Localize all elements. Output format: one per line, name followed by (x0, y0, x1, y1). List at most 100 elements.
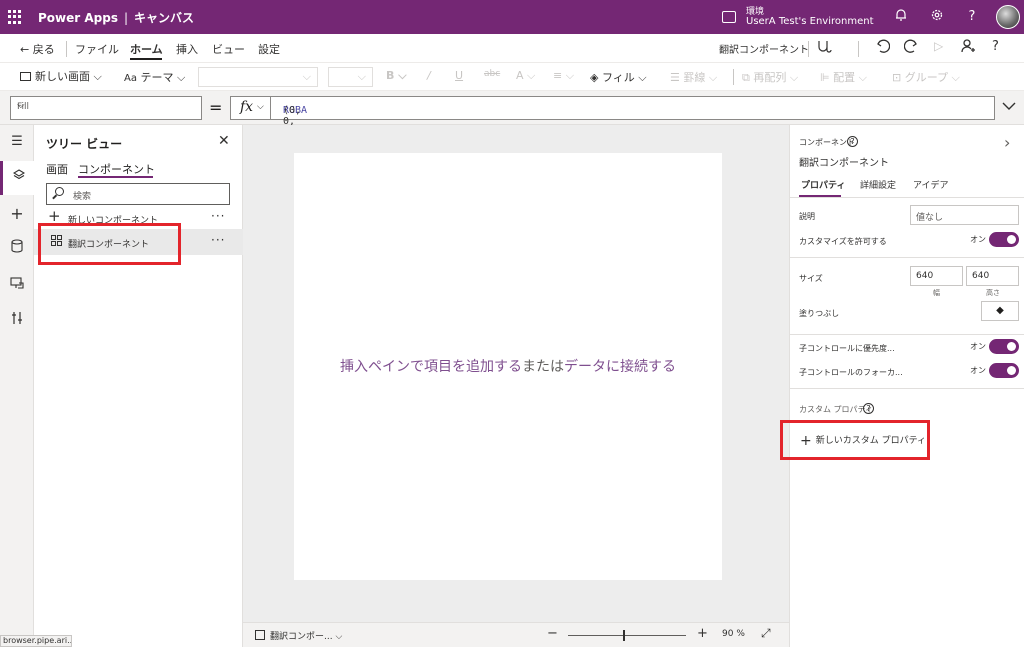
undo-icon[interactable] (876, 38, 891, 57)
component-artboard[interactable]: 挿入ペインで項目を追加するまたはデータに接続する (294, 153, 722, 580)
zoom-in-button[interactable]: + (697, 626, 708, 641)
app-type: キャンバス (134, 11, 195, 25)
align-icon: ⊫ (820, 71, 830, 84)
equals-sign: = (209, 98, 223, 117)
menu-settings[interactable]: 設定 (258, 41, 280, 57)
environment-name: UserA Test's Environment (746, 16, 874, 27)
border-button[interactable]: ☰ 罫線 ⌵ (670, 69, 717, 85)
toggle-switch[interactable] (989, 232, 1019, 247)
theme-label: テーマ (140, 71, 174, 84)
fx-button[interactable]: fx ⌵ (230, 96, 270, 120)
reorder-label: 再配列 (753, 71, 787, 84)
redo-icon[interactable] (903, 38, 918, 57)
description-input[interactable]: 値なし (910, 205, 1019, 225)
font-color-icon[interactable]: A ⌵ (516, 69, 535, 83)
selected-component-name: 翻訳コンポーネント (799, 158, 889, 169)
fullscreen-icon[interactable]: ⤢ (761, 626, 771, 641)
child-priority-toggle[interactable]: オン (970, 339, 1020, 355)
bell-icon[interactable] (892, 8, 910, 26)
fill-button[interactable]: ◈ フィル ⌵ (590, 69, 647, 85)
help-icon[interactable]: ? (992, 39, 999, 54)
share-icon[interactable] (960, 38, 976, 57)
screen-name: 翻訳コンポー... (270, 632, 333, 642)
app-launcher-icon[interactable] (8, 10, 22, 24)
child-focus-label: 子コントロールのフォーカ... (799, 368, 903, 377)
reorder-button[interactable]: ⧉ 再配列 ⌵ (742, 69, 798, 85)
formula-input[interactable]: RGBA(0, 0, 0, 0) (270, 96, 995, 149)
description-label: 説明 (799, 212, 815, 221)
chevron-down-icon[interactable] (1002, 99, 1016, 115)
tab-advanced[interactable]: 詳細設定 (860, 178, 896, 191)
allow-customize-label: カスタマイズを許可する (799, 237, 887, 246)
chevron-right-icon[interactable]: › (1004, 133, 1010, 152)
app-title: Power Apps | キャンバス (38, 9, 194, 26)
zoom-slider-thumb[interactable] (622, 630, 625, 641)
child-focus-toggle[interactable]: オン (970, 363, 1020, 379)
app-checker-icon[interactable] (815, 38, 833, 59)
environment-picker[interactable]: 環境 UserA Test's Environment (722, 3, 874, 31)
theme-button[interactable]: Aa テーマ ⌵ (124, 69, 185, 85)
fill-label: フィル (601, 71, 635, 84)
tab-screens[interactable]: 画面 (46, 161, 68, 177)
font-dropdown[interactable]: ⌵ (198, 67, 318, 87)
bold-icon[interactable]: B ⌵ (386, 69, 407, 83)
environment-icon (722, 11, 736, 23)
screen-selector[interactable]: 翻訳コンポー... ⌵ (255, 629, 342, 642)
underline-icon[interactable]: U (455, 69, 463, 82)
play-icon[interactable]: ▷ (934, 39, 943, 53)
data-icon[interactable] (0, 233, 34, 267)
zoom-out-button[interactable]: − (547, 626, 558, 641)
text-align-icon[interactable]: ≡ ⌵ (553, 69, 574, 83)
align-button[interactable]: ⊫ 配置 ⌵ (820, 69, 867, 85)
toggle-switch[interactable] (989, 363, 1019, 378)
strikethrough-icon[interactable]: abc (484, 69, 500, 79)
divider (808, 41, 809, 57)
custom-properties-label: カスタム プロパティ (799, 405, 874, 414)
help-icon[interactable]: ? (863, 403, 874, 414)
new-screen-button[interactable]: 新しい画面 ⌵ (20, 68, 102, 84)
property-dropdown[interactable]: Fill ⌵ (10, 96, 202, 120)
menu-home[interactable]: ホーム (130, 41, 163, 57)
tab-components[interactable]: コンポーネント (78, 161, 155, 177)
group-label: グループ (904, 71, 949, 84)
height-input[interactable]: 640 (966, 266, 1019, 286)
highlight-box (780, 420, 930, 460)
menu-insert[interactable]: 挿入 (176, 41, 198, 57)
tab-ideas[interactable]: アイデア (913, 178, 949, 191)
help-icon[interactable]: ? (847, 136, 858, 147)
help-icon[interactable]: ? (963, 8, 981, 26)
tab-properties[interactable]: プロパティ (801, 178, 845, 191)
menu-file[interactable]: ファイル (75, 41, 119, 57)
fx-icon: fx (240, 99, 254, 115)
connect-data-link[interactable]: データに接続する (564, 359, 676, 375)
group-button[interactable]: ⊡ グループ ⌵ (892, 69, 960, 85)
search-input[interactable]: 検索 (46, 183, 230, 205)
back-label: 戻る (32, 43, 55, 56)
fill-color-picker[interactable]: ◆ (981, 301, 1019, 321)
width-value: 640 (916, 271, 934, 281)
height-caption: 高さ (986, 289, 1000, 297)
toggle-switch[interactable] (989, 339, 1019, 354)
insert-icon[interactable]: + (0, 197, 34, 231)
chevron-down-icon: ⌵ (302, 70, 311, 83)
more-icon[interactable]: ··· (211, 209, 225, 223)
width-input[interactable]: 640 (910, 266, 963, 286)
zoom-slider[interactable] (568, 630, 686, 641)
close-icon[interactable]: ✕ (218, 133, 230, 149)
allow-customize-toggle[interactable]: オン (970, 232, 1020, 248)
avatar[interactable] (996, 5, 1020, 29)
tree-view-icon[interactable] (0, 161, 34, 195)
font-size-dropdown[interactable]: ⌵ (328, 67, 373, 87)
media-icon[interactable] (0, 269, 34, 303)
more-icon[interactable]: ··· (211, 233, 225, 247)
hamburger-icon[interactable]: ☰ (0, 125, 34, 159)
gear-icon[interactable] (928, 8, 946, 26)
left-rail: ☰ + (0, 125, 34, 647)
menu-view[interactable]: ビュー (212, 41, 245, 57)
component-name-label: 翻訳コンポーネント (719, 45, 809, 56)
tools-icon[interactable] (0, 305, 34, 339)
title-separator: | (123, 11, 129, 25)
back-button[interactable]: ← 戻る (20, 41, 55, 57)
italic-icon[interactable]: / (427, 69, 431, 82)
insert-pane-link[interactable]: 挿入ペインで項目を追加する (340, 359, 522, 375)
